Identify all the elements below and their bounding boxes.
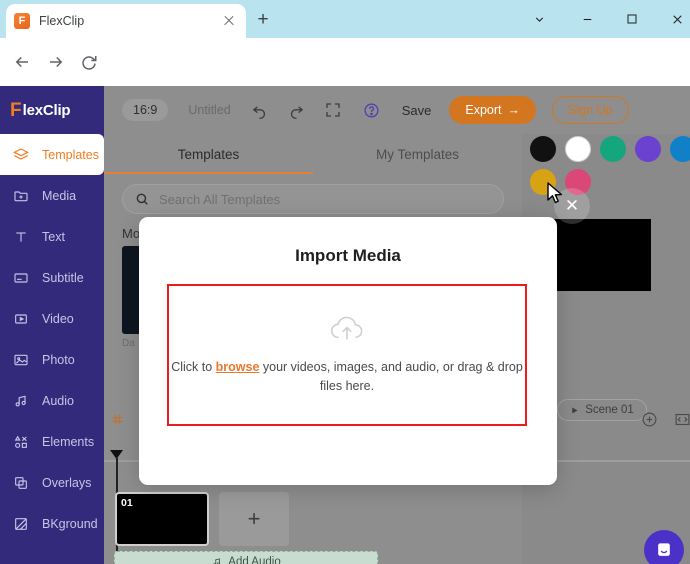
add-audio-label: Add Audio	[228, 556, 281, 564]
import-media-modal: Import Media Click to browse your videos…	[139, 217, 557, 485]
swatch-purple[interactable]	[635, 136, 661, 162]
sidebar-item-text[interactable]: Text	[0, 216, 104, 257]
subtitle-icon	[13, 270, 35, 286]
chat-bubble-icon	[658, 543, 670, 556]
chat-widget-button[interactable]	[644, 530, 684, 564]
dropzone-text: Click to browse your videos, images, and…	[169, 358, 525, 397]
search-icon	[136, 193, 148, 205]
reload-icon[interactable]	[75, 48, 103, 76]
sidebar-item-video[interactable]: Video	[0, 298, 104, 339]
layers-icon	[13, 147, 35, 163]
grid-icon[interactable]	[110, 412, 125, 427]
text-t-icon	[13, 229, 35, 245]
active-tab-underline	[104, 172, 313, 174]
file-dropzone[interactable]: Click to browse your videos, images, and…	[167, 284, 527, 426]
search-placeholder: Search All Templates	[159, 191, 281, 207]
cloud-upload-icon	[328, 314, 366, 349]
browse-link[interactable]: browse	[216, 360, 260, 374]
tab-close-icon[interactable]	[220, 12, 238, 30]
sidebar-item-subtitle[interactable]: Subtitle	[0, 257, 104, 298]
music-note-icon	[13, 393, 35, 409]
dropzone-text-after: your videos, images, and audio, or drag …	[259, 359, 523, 393]
search-input[interactable]: Search All Templates	[122, 184, 504, 214]
flexclip-favicon: F	[14, 13, 30, 29]
fit-width-icon[interactable]	[674, 411, 690, 428]
project-name-field[interactable]: Untitled	[188, 103, 230, 117]
music-note-icon	[213, 557, 221, 564]
modal-title: Import Media	[295, 246, 401, 265]
forward-arrow-icon[interactable]	[42, 48, 70, 76]
swatch-teal[interactable]	[600, 136, 626, 162]
add-audio-track[interactable]: Add Audio	[114, 551, 378, 564]
dropzone-text-before: Click to	[171, 359, 216, 374]
folder-plus-icon	[13, 188, 35, 204]
swatch-blue[interactable]	[670, 136, 690, 162]
sidebar: F lexClip Templates Media Text Subtitle …	[0, 86, 104, 564]
sidebar-item-elements[interactable]: Elements	[0, 421, 104, 462]
save-button[interactable]: Save	[402, 103, 432, 118]
undo-icon[interactable]	[251, 102, 268, 119]
sidebar-item-bkground[interactable]: BKground	[0, 503, 104, 544]
sidebar-label: Video	[42, 311, 74, 326]
swatch-black[interactable]	[530, 136, 556, 162]
background-icon	[13, 516, 35, 532]
swatch-white[interactable]	[565, 136, 591, 162]
mouse-cursor	[546, 182, 566, 211]
app-root: F FlexClip + flexclip.com/edit	[0, 0, 690, 564]
overlays-icon	[13, 475, 35, 491]
logo-text: lexClip	[22, 101, 71, 119]
sidebar-item-media[interactable]: Media	[0, 175, 104, 216]
sidebar-item-audio[interactable]: Audio	[0, 380, 104, 421]
window-close-icon[interactable]	[656, 0, 690, 38]
tab-title: FlexClip	[39, 14, 85, 28]
tab-templates[interactable]: Templates	[104, 134, 313, 174]
scene-number: 01	[121, 497, 133, 509]
aspect-ratio-button[interactable]: 16:9	[122, 99, 169, 121]
sidebar-item-overlays[interactable]: Overlays	[0, 462, 104, 503]
sidebar-item-templates[interactable]: Templates	[0, 134, 104, 175]
timeline-scene-01[interactable]: 01	[115, 492, 209, 546]
help-circle-icon[interactable]	[363, 102, 380, 119]
sidebar-label: Text	[42, 229, 65, 244]
window-minimize-icon[interactable]	[566, 0, 608, 38]
tab-search-chevron-down-icon[interactable]	[518, 0, 560, 38]
sidebar-label: Overlays	[42, 475, 92, 490]
export-label: Export	[465, 103, 502, 117]
export-arrow-icon: →	[507, 103, 521, 117]
plus-circle-icon[interactable]	[641, 411, 658, 428]
browser-tab[interactable]: F FlexClip	[6, 4, 246, 38]
window-maximize-icon[interactable]	[611, 0, 653, 38]
redo-icon[interactable]	[288, 102, 305, 119]
fullscreen-icon[interactable]	[325, 102, 341, 118]
photo-icon	[13, 352, 35, 368]
flexclip-logo: F lexClip	[0, 86, 104, 134]
sidebar-label: Media	[42, 188, 77, 203]
back-arrow-icon[interactable]	[8, 48, 36, 76]
add-scene-button[interactable]: +	[219, 492, 289, 546]
new-tab-button[interactable]: +	[252, 10, 274, 32]
logo-mark: F	[10, 99, 22, 121]
close-icon: ✕	[564, 196, 580, 215]
sidebar-label: BKground	[42, 516, 98, 531]
panel-section-title: Mo	[122, 226, 141, 241]
panel-tabs: Templates My Templates	[104, 134, 522, 174]
sidebar-label: Elements	[42, 434, 95, 449]
playhead[interactable]	[110, 450, 123, 564]
browser-navbar: flexclip.com/editor/app?ratio=l...	[0, 38, 690, 116]
shapes-icon	[13, 434, 35, 450]
sidebar-label: Subtitle	[42, 270, 84, 285]
sidebar-label: Templates	[42, 147, 99, 162]
sidebar-label: Audio	[42, 393, 74, 408]
sidebar-label: Photo	[42, 352, 75, 367]
video-play-icon	[13, 311, 35, 327]
browser-titlebar: F FlexClip +	[0, 0, 690, 38]
sidebar-item-photo[interactable]: Photo	[0, 339, 104, 380]
tab-my-templates[interactable]: My Templates	[313, 134, 522, 174]
